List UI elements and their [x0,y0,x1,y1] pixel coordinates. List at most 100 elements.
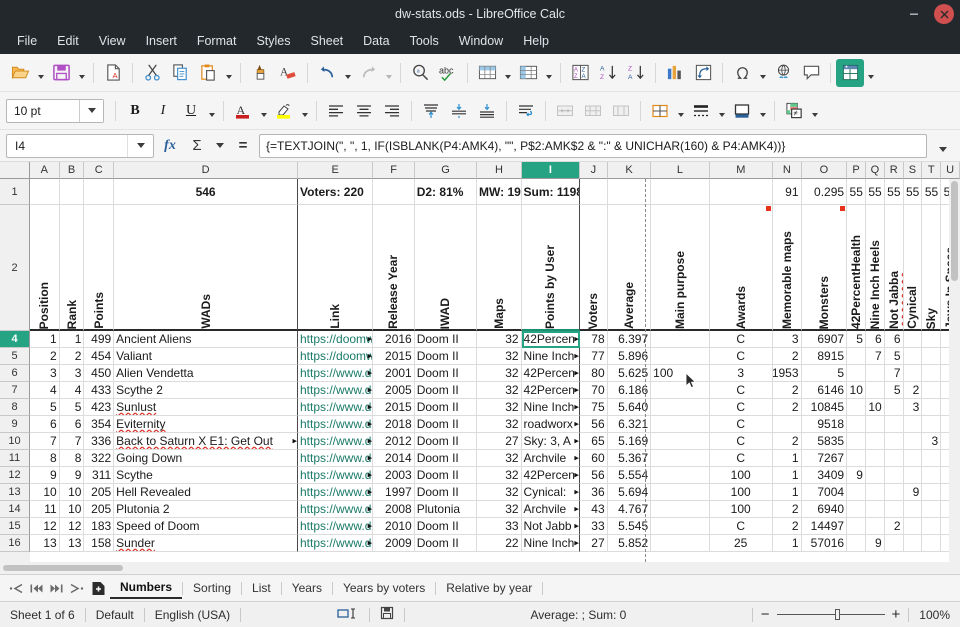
cell-iwad-5[interactable]: Doom II [414,348,478,365]
export-pdf-icon[interactable]: A [99,59,127,87]
special-character-icon[interactable] [728,59,756,87]
cut-icon[interactable] [138,59,166,87]
cell-s-9[interactable] [903,416,923,433]
cell-position-16[interactable]: 13 [30,535,60,552]
cell-s-4[interactable] [903,331,923,348]
cell-n1[interactable]: 91 [772,179,802,205]
cell-p1[interactable]: 55 [847,179,866,205]
cell-o1[interactable]: 0.295 [801,179,848,205]
align-center-vertical-button[interactable] [445,97,473,125]
cell-awards-13[interactable]: 100 [709,484,773,501]
cell-s-8[interactable]: 3 [903,399,923,416]
cell-i2[interactable]: Points by User [521,205,580,331]
cell-voters-16[interactable]: 27 [579,535,608,552]
paste-icon[interactable] [194,59,222,87]
cell-t-13[interactable] [922,484,942,501]
cell-b2[interactable]: Rank [59,205,85,331]
column-header-j[interactable]: J [580,162,608,179]
cell-voters-6[interactable]: 80 [579,365,608,382]
cell-h2[interactable]: Maps [477,205,522,331]
cell-memorable-15[interactable]: 2 [772,518,802,535]
cell-maps-4[interactable]: 32 [477,331,522,348]
cell-pbu-5[interactable]: Nine Inch ▸ [521,348,580,365]
cell-position-12[interactable]: 9 [30,467,60,484]
zoom-slider[interactable]: − + [753,606,909,623]
align-right-button[interactable] [378,97,406,125]
cell-points-13[interactable]: 205 [84,484,115,501]
function-wizard-icon[interactable]: fx [159,134,181,158]
pivot-table-icon[interactable] [689,59,717,87]
cell-memorable-10[interactable]: 2 [772,433,802,450]
cell-r-8[interactable] [884,399,904,416]
cell-points-12[interactable]: 311 [84,467,115,484]
cell-monsters-14[interactable]: 6940 [801,501,848,518]
first-sheet-icon[interactable] [6,577,26,599]
font-color-dropdown-caret[interactable] [257,97,270,125]
cell-s-5[interactable] [903,348,923,365]
cell-purpose-7[interactable] [651,382,710,399]
underline-button[interactable]: U [177,97,205,125]
cell-wad-10[interactable]: Back to Saturn X E1: Get Out ▸ [114,433,298,450]
menu-item-format[interactable]: Format [188,31,246,51]
cell-memorable-4[interactable]: 3 [772,331,802,348]
open-icon[interactable] [6,59,34,87]
cell-wad-8[interactable]: Sunlust [114,399,298,416]
cell-q-8[interactable]: 10 [865,399,885,416]
conditional-formatting-button[interactable]: ≠ [780,97,808,125]
column-header-l[interactable]: L [651,162,710,179]
cell-iwad-4[interactable]: Doom II [414,331,478,348]
vertical-scrollbar[interactable] [949,179,960,562]
add-sheet-button[interactable] [86,577,110,599]
cell-maps-8[interactable]: 32 [477,399,522,416]
cell-points-4[interactable]: 499 [84,331,115,348]
wrap-text-button[interactable] [512,97,540,125]
cell-position-15[interactable]: 12 [30,518,60,535]
cell-maps-15[interactable]: 33 [477,518,522,535]
column-header-d[interactable]: D [114,162,299,179]
column-header-b[interactable]: B [59,162,85,179]
cell-link-7[interactable]: https://www.d ▸ [298,382,374,399]
cell-s-16[interactable] [903,535,923,552]
cell-points-11[interactable]: 322 [84,450,115,467]
sheet-tab-numbers[interactable]: Numbers [110,577,183,599]
menu-item-view[interactable]: View [90,31,135,51]
copy-icon[interactable] [166,59,194,87]
cell-q-12[interactable] [865,467,885,484]
menu-item-window[interactable]: Window [450,31,512,51]
cell-iwad-12[interactable]: Doom II [414,467,478,484]
cell-p-8[interactable] [847,399,866,416]
cell-purpose-6[interactable]: 100 [651,365,710,382]
cell-t-16[interactable] [922,535,942,552]
cell-purpose-12[interactable] [651,467,710,484]
previous-sheet-icon[interactable] [26,577,46,599]
row-header-7[interactable]: 7 [0,382,30,399]
cell-rank-10[interactable]: 7 [59,433,85,450]
cell-iwad-15[interactable]: Doom II [414,518,478,535]
clear-formatting-icon[interactable]: A [274,59,302,87]
cell-voters-7[interactable]: 70 [579,382,608,399]
menu-item-data[interactable]: Data [354,31,398,51]
cell-p-7[interactable]: 10 [847,382,866,399]
cell-monsters-13[interactable]: 7004 [801,484,848,501]
menu-item-file[interactable]: File [8,31,46,51]
cell-monsters-15[interactable]: 14497 [801,518,848,535]
cell-rank-7[interactable]: 4 [59,382,85,399]
cell-t-5[interactable] [922,348,942,365]
cell-purpose-5[interactable] [651,348,710,365]
name-box[interactable]: I4 [6,133,154,158]
cell-purpose-11[interactable] [651,450,710,467]
cell-s2[interactable]: Cynical [903,205,923,331]
cell-position-5[interactable]: 2 [30,348,60,365]
cell-maps-14[interactable]: 32 [477,501,522,518]
highlight-color-dropdown-caret[interactable] [298,97,311,125]
cell-h1[interactable]: MW: 192 [477,179,522,205]
cell-r-15[interactable]: 2 [884,518,904,535]
cell-p-4[interactable]: 5 [847,331,866,348]
cell-memorable-8[interactable]: 2 [772,399,802,416]
cell-q-10[interactable] [865,433,885,450]
cell-rank-8[interactable]: 5 [59,399,85,416]
font-size-dropdown-caret[interactable] [79,99,103,122]
cell-position-11[interactable]: 8 [30,450,60,467]
cell-memorable-6[interactable]: 11953 [772,365,802,382]
cell-monsters-8[interactable]: 10845 [801,399,848,416]
